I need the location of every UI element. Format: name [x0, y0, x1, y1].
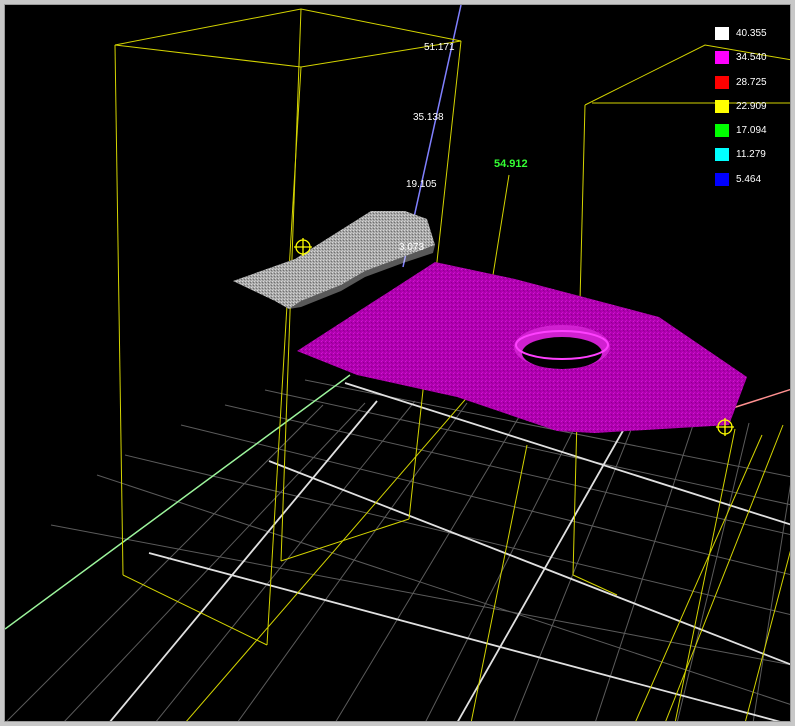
scene-canvas[interactable]	[5, 5, 791, 722]
magenta-surface	[297, 262, 747, 433]
legend-swatch	[715, 51, 729, 65]
color-legend: 40.355 34.540 28.725 22.909 17.094 11.27…	[715, 27, 789, 197]
legend-value: 40.355	[736, 28, 767, 39]
legend-item: 11.279	[715, 148, 789, 172]
legend-item: 40.355	[715, 27, 789, 51]
legend-item: 28.725	[715, 75, 789, 100]
legend-value: 5.464	[736, 173, 762, 185]
legend-swatch	[715, 75, 729, 89]
legend-value: 34.540	[736, 52, 767, 64]
scale-label: 19.105	[406, 179, 437, 190]
legend-swatch	[715, 172, 729, 186]
legend-item: 5.464	[715, 172, 789, 197]
3d-viewport[interactable]: 51.171 35.138 19.105 3.073 54.912 40.355…	[4, 4, 791, 722]
scale-label: 51.171	[424, 42, 455, 53]
measurement-label: 54.912	[494, 158, 528, 170]
scale-label: 35.138	[413, 112, 444, 123]
legend-swatch	[715, 124, 729, 138]
legend-swatch	[715, 99, 729, 113]
legend-swatch	[715, 148, 729, 162]
legend-value: 22.909	[736, 100, 767, 112]
legend-value: 28.725	[736, 76, 767, 88]
scale-label: 3.073	[399, 242, 425, 253]
legend-item: 22.909	[715, 99, 789, 124]
legend-swatch	[715, 27, 729, 40]
legend-item: 34.540	[715, 51, 789, 75]
legend-item: 17.094	[715, 124, 789, 148]
legend-value: 11.279	[736, 149, 766, 161]
legend-value: 17.094	[736, 125, 767, 137]
